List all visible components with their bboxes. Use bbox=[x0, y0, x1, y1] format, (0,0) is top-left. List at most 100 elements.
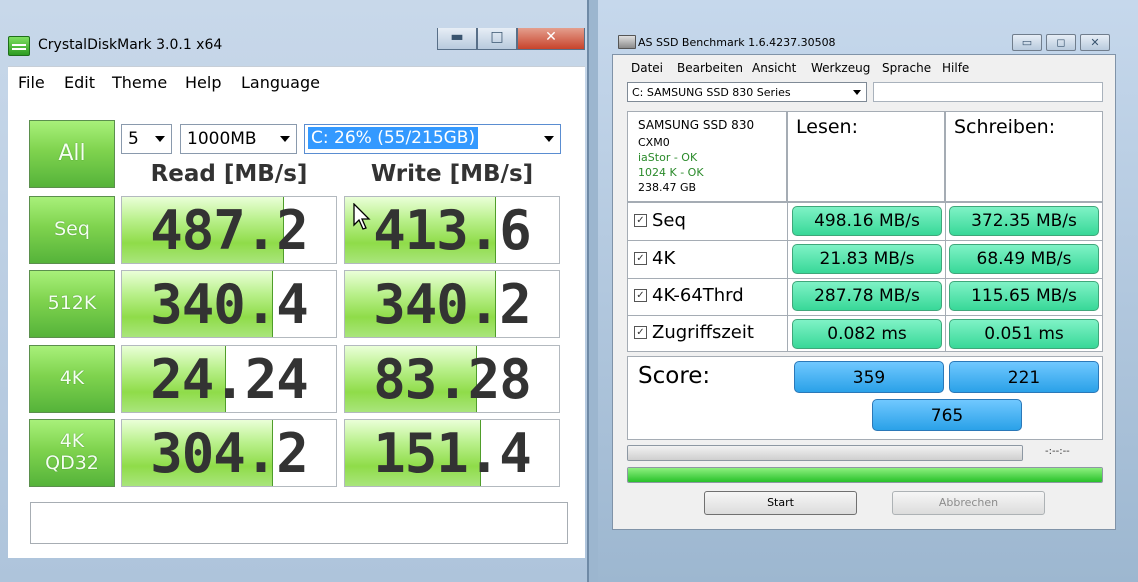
4k-write-result: 68.49 MB/s bbox=[949, 244, 1099, 274]
drive-select[interactable]: C: SAMSUNG SSD 830 Series bbox=[627, 82, 867, 102]
result-value: 487.2 bbox=[150, 199, 309, 262]
4k-64thrd-write-result: 115.65 MB/s bbox=[949, 281, 1099, 311]
result-value: 340.2 bbox=[373, 273, 532, 336]
4k-write-result: 83.28 bbox=[344, 345, 560, 413]
score-panel: Score: 359 221 765 bbox=[627, 356, 1103, 440]
current-test-progress-fill bbox=[628, 446, 1022, 460]
menu-ansicht[interactable]: Ansicht bbox=[752, 61, 796, 75]
test-size-select[interactable]: 1000MB bbox=[180, 124, 297, 154]
cdm-maximize-button[interactable]: □ bbox=[477, 28, 517, 50]
result-value: 24.24 bbox=[150, 348, 309, 411]
asssd-close-button[interactable]: ✕ bbox=[1080, 34, 1110, 51]
result-value: 340.4 bbox=[150, 273, 309, 336]
menu-file[interactable]: File bbox=[18, 73, 45, 92]
mouse-cursor-icon bbox=[353, 203, 371, 230]
menu-help[interactable]: Help bbox=[185, 73, 221, 92]
chevron-down-icon bbox=[853, 90, 861, 95]
asssd-maximize-button[interactable]: ◻ bbox=[1046, 34, 1076, 51]
seq-read-result: 487.2 bbox=[121, 196, 337, 264]
cdm-window-title: CrystalDiskMark 3.0.1 x64 bbox=[38, 37, 223, 53]
start-button[interactable]: Start bbox=[704, 491, 857, 515]
total-progress-bar bbox=[627, 467, 1103, 483]
drive-capacity: 238.47 GB bbox=[638, 181, 697, 194]
menu-bearbeiten[interactable]: Bearbeiten bbox=[677, 61, 743, 75]
test-count-select[interactable]: 5 bbox=[121, 124, 172, 154]
total-progress-fill bbox=[628, 468, 1102, 482]
read-header-panel: Lesen: bbox=[787, 111, 945, 202]
write-header-panel: Schreiben: bbox=[945, 111, 1103, 202]
cdm-client-area: All 5 1000MB C: 26% (55/215GB) Read [MB/… bbox=[8, 98, 585, 558]
row-divider bbox=[628, 278, 1102, 279]
menu-language[interactable]: Language bbox=[241, 73, 320, 92]
menu-theme[interactable]: Theme bbox=[112, 73, 167, 92]
cdm-menubar: File Edit Theme Help Language bbox=[8, 66, 585, 99]
4k-qd32-read-result: 304.2 bbox=[121, 419, 337, 487]
score-total: 765 bbox=[872, 399, 1022, 431]
4k-64thrd-label: 4K-64Thrd bbox=[652, 285, 744, 306]
drive-info-field[interactable] bbox=[873, 82, 1103, 102]
chevron-down-icon bbox=[280, 136, 290, 142]
seq-write-result: 372.35 MB/s bbox=[949, 206, 1099, 236]
drive-info-panel: SAMSUNG SSD 830 CXM0 iaStor - OK 1024 K … bbox=[627, 111, 787, 202]
4k-read-result: 21.83 MB/s bbox=[792, 244, 942, 274]
4k-button[interactable]: 4K bbox=[29, 345, 115, 413]
4k-64thrd-read-result: 287.78 MB/s bbox=[792, 281, 942, 311]
seq-read-result: 498.16 MB/s bbox=[792, 206, 942, 236]
result-value: 151.4 bbox=[373, 422, 532, 485]
chevron-down-icon bbox=[544, 136, 554, 142]
512k-button[interactable]: 512K bbox=[29, 270, 115, 338]
read-header: Lesen: bbox=[796, 116, 858, 138]
row-divider bbox=[628, 315, 1102, 316]
test-count-value: 5 bbox=[128, 129, 139, 149]
column-divider bbox=[787, 203, 788, 351]
comment-input[interactable] bbox=[30, 502, 568, 544]
results-panel: ✓ Seq 498.16 MB/s 372.35 MB/s ✓ 4K 21.83… bbox=[627, 202, 1103, 352]
4k-checkbox[interactable]: ✓ bbox=[634, 252, 647, 265]
chevron-down-icon bbox=[155, 136, 165, 142]
seq-checkbox[interactable]: ✓ bbox=[634, 214, 647, 227]
512k-write-result: 340.2 bbox=[344, 270, 560, 338]
column-divider bbox=[945, 203, 946, 351]
menu-hilfe[interactable]: Hilfe bbox=[942, 61, 969, 75]
asssd-minimize-button[interactable]: ▭ bbox=[1012, 34, 1042, 51]
menu-datei[interactable]: Datei bbox=[631, 61, 663, 75]
cdm-minimize-button[interactable]: ▬ bbox=[437, 28, 477, 50]
score-read: 359 bbox=[794, 361, 944, 393]
access-time-write-result: 0.051 ms bbox=[949, 319, 1099, 349]
crystaldiskmark-app-icon bbox=[8, 36, 30, 56]
4k-read-result: 24.24 bbox=[121, 345, 337, 413]
write-header: Schreiben: bbox=[954, 116, 1056, 138]
alignment-status: 1024 K - OK bbox=[638, 166, 704, 179]
access-time-checkbox[interactable]: ✓ bbox=[634, 326, 647, 339]
menu-sprache[interactable]: Sprache bbox=[882, 61, 931, 75]
seq-write-result: 413.6 bbox=[344, 196, 560, 264]
asssd-window-title: AS SSD Benchmark 1.6.4237.30508 bbox=[638, 36, 836, 49]
asssd-client-area: Datei Bearbeiten Ansicht Werkzeug Sprach… bbox=[612, 54, 1116, 530]
current-test-progress bbox=[627, 445, 1023, 461]
elapsed-time: -:--:-- bbox=[1045, 446, 1070, 457]
drive-value: C: 26% (55/215GB) bbox=[308, 127, 479, 149]
menu-werkzeug[interactable]: Werkzeug bbox=[811, 61, 870, 75]
abort-button[interactable]: Abbrechen bbox=[892, 491, 1045, 515]
menu-edit[interactable]: Edit bbox=[64, 73, 95, 92]
access-time-read-result: 0.082 ms bbox=[792, 319, 942, 349]
drive-select[interactable]: C: 26% (55/215GB) bbox=[304, 124, 561, 154]
row-divider bbox=[628, 240, 1102, 241]
all-button[interactable]: All bbox=[29, 120, 115, 188]
asssd-titlebar[interactable]: AS SSD Benchmark 1.6.4237.30508 ▭ ◻ ✕ bbox=[612, 28, 1116, 54]
512k-read-result: 340.4 bbox=[121, 270, 337, 338]
test-size-value: 1000MB bbox=[187, 129, 257, 149]
4k-label: 4K bbox=[652, 248, 676, 269]
access-time-label: Zugriffszeit bbox=[652, 322, 754, 343]
seq-button[interactable]: Seq bbox=[29, 196, 115, 264]
4k-64thrd-checkbox[interactable]: ✓ bbox=[634, 289, 647, 302]
drive-select-value: C: SAMSUNG SSD 830 Series bbox=[632, 86, 791, 99]
as-ssd-window: AS SSD Benchmark 1.6.4237.30508 ▭ ◻ ✕ Da… bbox=[612, 28, 1116, 530]
4k-qd32-button[interactable]: 4K QD32 bbox=[29, 419, 115, 487]
drive-model: SAMSUNG SSD 830 bbox=[638, 118, 755, 132]
score-label: Score: bbox=[638, 363, 711, 389]
crystaldiskmark-window: CrystalDiskMark 3.0.1 x64 ▬ □ ✕ File Edi… bbox=[0, 0, 589, 582]
write-column-header: Write [MB/s] bbox=[370, 161, 534, 187]
cdm-close-button[interactable]: ✕ bbox=[517, 28, 585, 50]
result-value: 304.2 bbox=[150, 422, 309, 485]
